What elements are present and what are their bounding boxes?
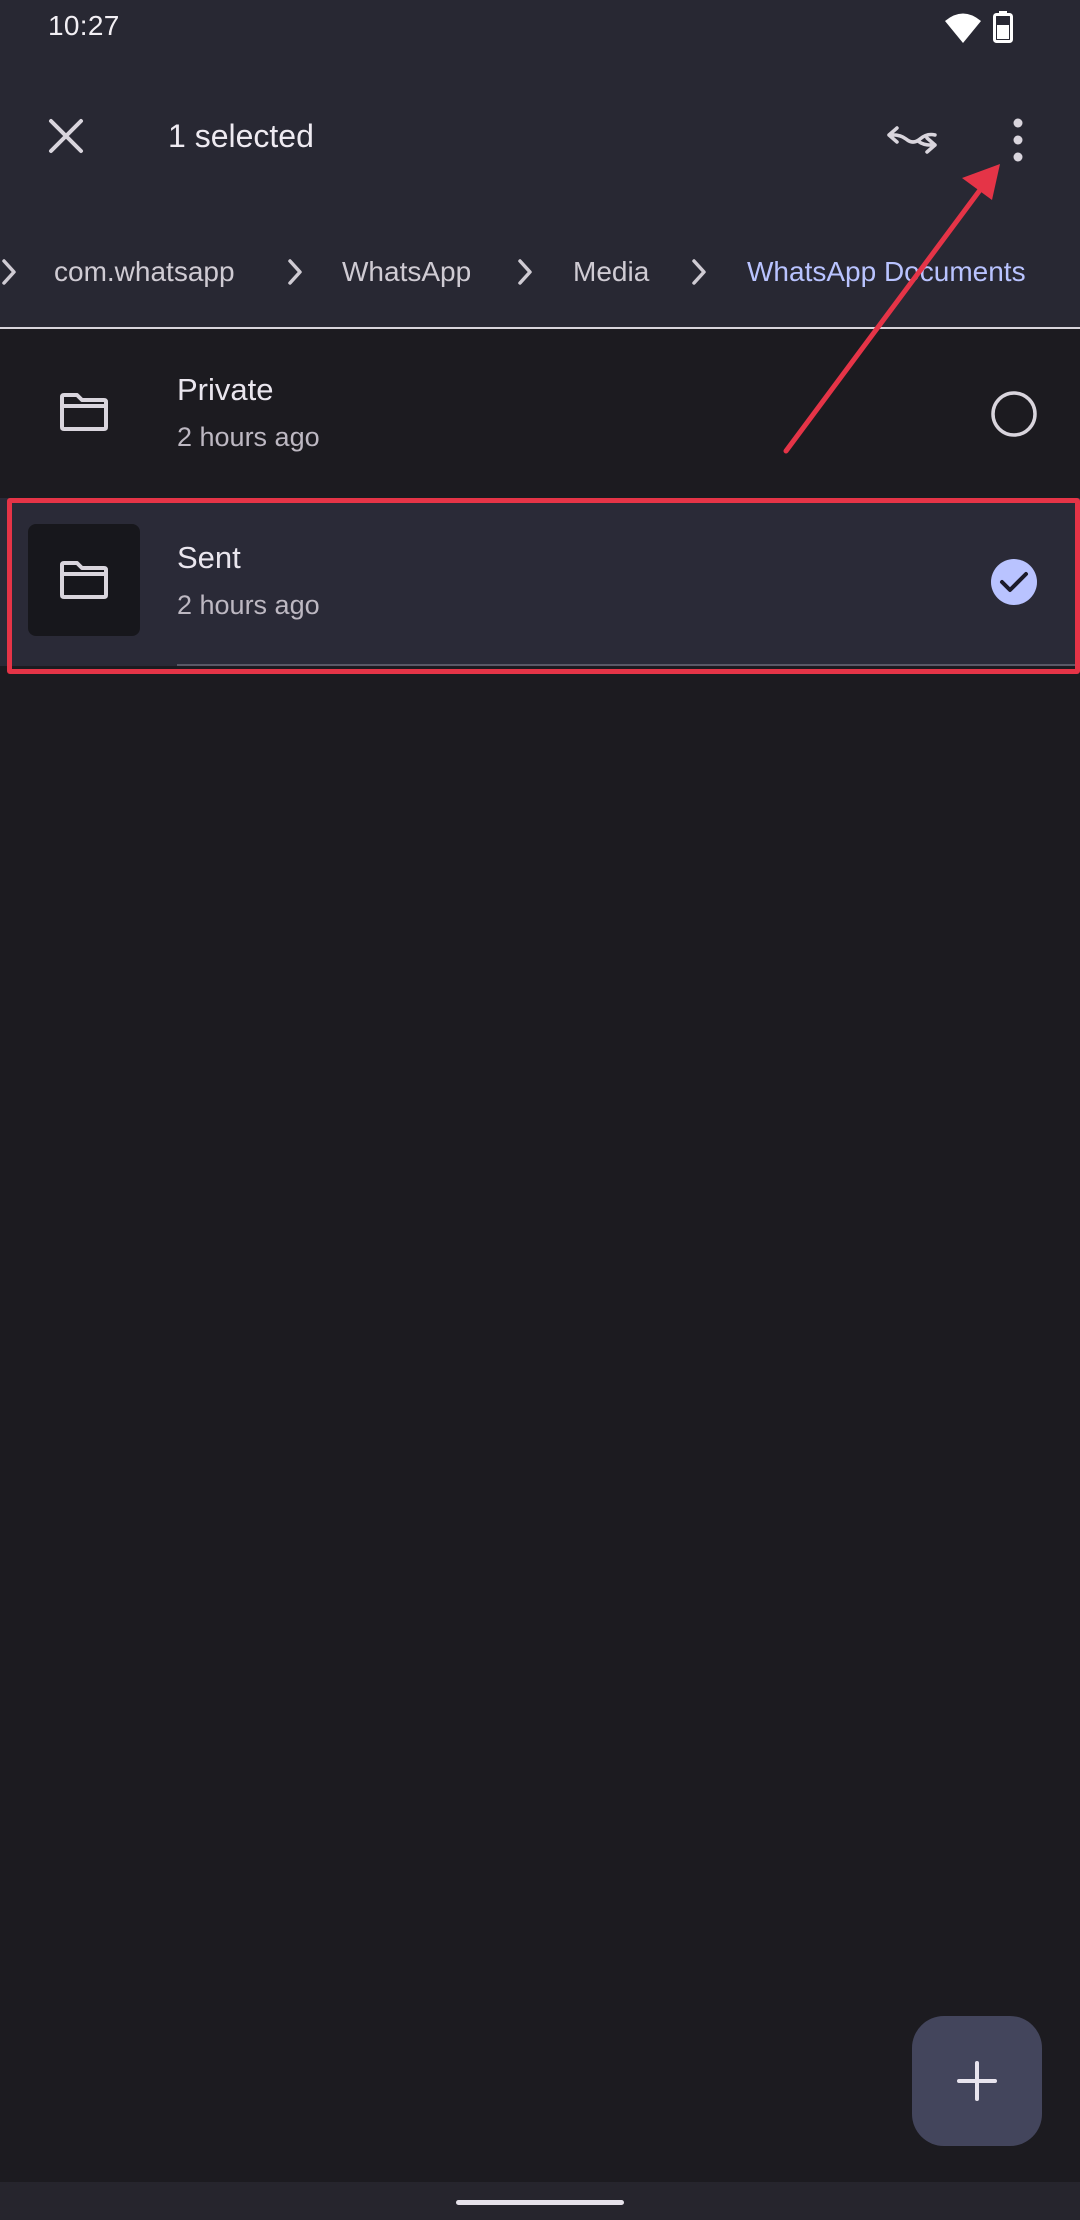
system-navigation-bar — [0, 2182, 1080, 2220]
battery-icon — [993, 11, 1013, 43]
folder-icon — [60, 561, 108, 599]
more-vert-icon — [1013, 118, 1023, 162]
breadcrumb-item-com-whatsapp[interactable]: com.whatsapp — [54, 256, 235, 288]
file-name: Sent — [177, 540, 241, 575]
header-divider — [0, 327, 1080, 329]
folder-thumbnail — [28, 524, 140, 636]
wifi-icon — [945, 13, 981, 43]
file-modified: 2 hours ago — [177, 590, 320, 620]
chevron-right-icon — [2, 259, 16, 285]
close-selection-button[interactable] — [30, 100, 102, 172]
breadcrumb-item-media[interactable]: Media — [573, 256, 649, 288]
breadcrumb: com.whatsapp WhatsApp Media WhatsApp Doc… — [0, 236, 1080, 308]
select-all-button[interactable] — [876, 104, 948, 176]
chevron-right-icon — [288, 259, 302, 285]
check-circle-icon[interactable] — [990, 558, 1038, 606]
chevron-right-icon — [518, 259, 532, 285]
chevron-right-icon — [692, 259, 706, 285]
breadcrumb-item-whatsapp[interactable]: WhatsApp — [342, 256, 471, 288]
breadcrumb-item-whatsapp-documents[interactable]: WhatsApp Documents — [747, 256, 1026, 288]
selection-count-title: 1 selected — [168, 118, 314, 154]
top-app-bar: 10:27 1 selected com.whatsapp WhatsApp M… — [0, 0, 1080, 328]
folder-thumbnail — [28, 356, 140, 468]
select-all-icon — [887, 126, 937, 154]
folder-icon — [60, 393, 108, 431]
add-fab-button[interactable] — [912, 2016, 1042, 2146]
row-divider — [177, 664, 1080, 666]
list-item-selected[interactable]: Sent 2 hours ago — [0, 498, 1080, 666]
file-modified: 2 hours ago — [177, 422, 320, 452]
close-icon — [49, 119, 83, 153]
list-item[interactable]: Private 2 hours ago — [0, 330, 1080, 498]
gesture-handle[interactable] — [456, 2200, 624, 2205]
file-name: Private — [177, 372, 274, 407]
unchecked-circle-icon[interactable] — [990, 390, 1038, 438]
add-icon — [957, 2061, 997, 2101]
status-time: 10:27 — [48, 10, 120, 41]
more-options-button[interactable] — [982, 104, 1054, 176]
